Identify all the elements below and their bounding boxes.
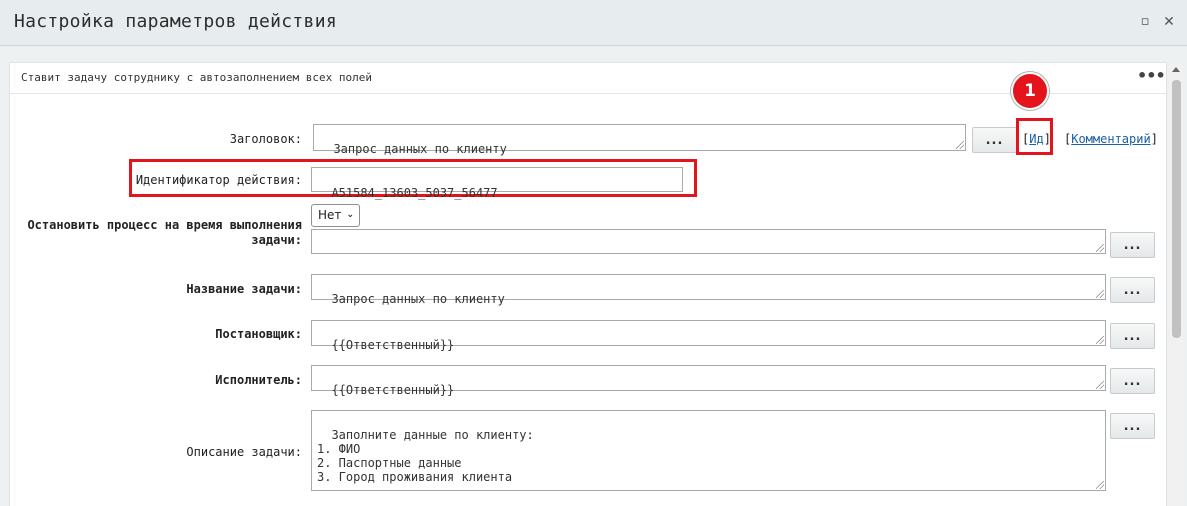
executor-value: {{Ответственный}}	[331, 383, 455, 397]
initiator-field[interactable]: {{Ответственный}}	[311, 320, 1106, 352]
window-titlebar: Настройка параметров действия ▫ ✕	[0, 0, 1187, 46]
task-description-label: Описание задачи:	[186, 445, 302, 459]
heading-value: Запрос данных по клиенту	[333, 142, 507, 156]
heading-label: Заголовок:	[229, 132, 302, 146]
executor-label: Исполнитель:	[215, 373, 302, 387]
action-id-input[interactable]: A51584_13603_5037_56477	[311, 167, 683, 200]
executor-picker-button[interactable]: ...	[1110, 368, 1155, 394]
task-description-field[interactable]: Заполните данные по клиенту: 1. ФИО 2. П…	[311, 410, 1106, 491]
executor-field[interactable]: {{Ответственный}}	[311, 365, 1106, 397]
resize-grip-icon[interactable]	[1096, 336, 1104, 344]
scrollbar-thumb[interactable]	[1172, 80, 1181, 338]
chevron-down-icon: ⌄	[346, 210, 354, 220]
initiator-value: {{Ответственный}}	[331, 338, 455, 352]
resize-grip-icon[interactable]	[1096, 290, 1104, 298]
task-name-value: Запрос данных по клиенту	[331, 292, 505, 306]
stop-process-label: Остановить процесс на время выполнения з…	[27, 218, 302, 247]
stop-process-field[interactable]	[311, 229, 1106, 254]
action-id-value: A51584_13603_5037_56477	[331, 186, 498, 200]
heading-field[interactable]: Запрос данных по клиенту	[313, 124, 966, 156]
callout-badge: 1	[1011, 72, 1049, 110]
task-name-label: Название задачи:	[186, 282, 302, 296]
stop-process-select[interactable]: Нет ⌄	[311, 204, 360, 227]
scroll-up-icon[interactable]	[1172, 67, 1180, 72]
resize-grip-icon[interactable]	[1096, 244, 1104, 252]
stop-process-picker-button[interactable]: ...	[1110, 232, 1155, 258]
resize-grip-icon[interactable]	[956, 141, 964, 149]
task-name-picker-button[interactable]: ...	[1110, 277, 1155, 303]
action-description: Ставит задачу сотруднику с автозаполнени…	[21, 71, 372, 84]
comment-link-wrap: [Комментарий]	[1064, 132, 1158, 146]
bracket-close: ]	[1150, 132, 1158, 146]
heading-picker-button[interactable]: ...	[972, 127, 1017, 153]
resize-grip-icon[interactable]	[1096, 381, 1104, 389]
action-id-label: Идентификатор действия:	[135, 173, 302, 187]
window-title: Настройка параметров действия	[14, 11, 337, 32]
task-name-field[interactable]: Запрос данных по клиенту	[311, 274, 1106, 306]
initiator-picker-button[interactable]: ...	[1110, 323, 1155, 349]
initiator-label: Постановщик:	[215, 327, 302, 341]
stop-process-selected: Нет	[318, 208, 342, 222]
close-icon[interactable]: ✕	[1161, 14, 1177, 30]
comment-link[interactable]: Комментарий	[1071, 132, 1150, 146]
resize-grip-icon[interactable]	[1096, 481, 1104, 489]
panel-header: Ставит задачу сотруднику с автозаполнени…	[10, 63, 1168, 94]
more-icon[interactable]: •••	[1137, 66, 1166, 85]
id-link-highlight	[1016, 118, 1053, 155]
task-description-value: Заполните данные по клиенту: 1. ФИО 2. П…	[317, 428, 534, 484]
maximize-icon[interactable]: ▫	[1137, 14, 1153, 30]
task-description-picker-button[interactable]: ...	[1110, 413, 1155, 439]
